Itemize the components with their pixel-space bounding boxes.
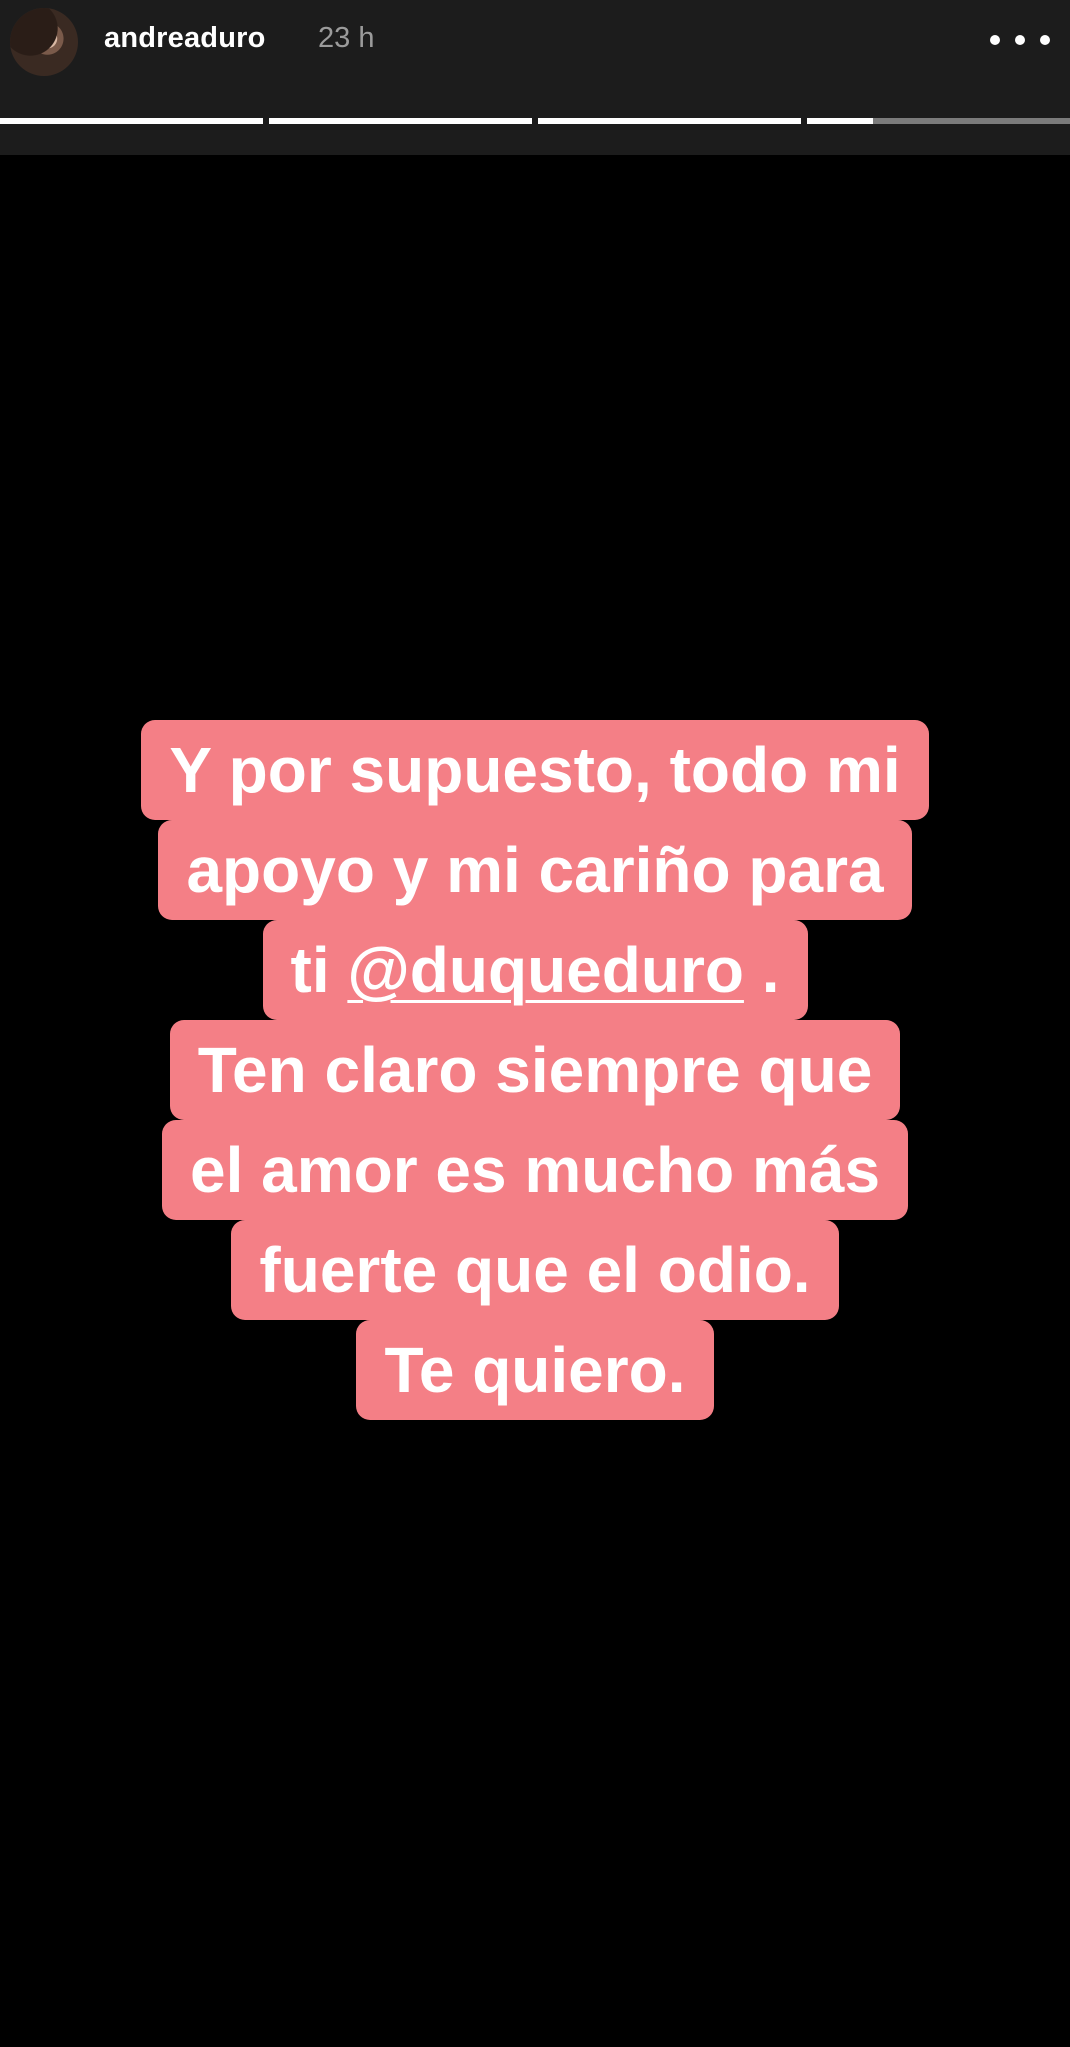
caption-text: .: [743, 934, 780, 1006]
progress-segment: [538, 118, 801, 124]
progress-segment: [807, 118, 1070, 124]
username-link[interactable]: andreaduro: [104, 22, 266, 55]
story-progress-bar: [0, 118, 1070, 124]
timestamp: 23 h: [318, 22, 375, 54]
story-header: andreaduro 23 h: [0, 0, 1070, 155]
caption-line: apoyo y mi cariño para: [158, 820, 912, 920]
mention-link[interactable]: @duqueduro: [347, 934, 744, 1006]
progress-fill: [0, 118, 263, 124]
story-caption: Y por supuesto, todo mi apoyo y mi cariñ…: [0, 720, 1070, 1420]
story-viewer[interactable]: andreaduro 23 h Y por supuesto, todo mi …: [0, 0, 1070, 2047]
caption-line: el amor es mucho más: [161, 1120, 909, 1220]
caption-line: Y por supuesto, todo mi: [141, 720, 929, 820]
caption-line: Te quiero.: [356, 1320, 714, 1420]
more-horizontal-icon: [990, 35, 1000, 45]
avatar[interactable]: [10, 8, 78, 76]
caption-line: Ten claro siempre que: [169, 1020, 901, 1120]
caption-line: fuerte que el odio.: [231, 1220, 839, 1320]
progress-segment: [0, 118, 263, 124]
caption-text: ti: [290, 934, 348, 1006]
caption-line-with-mention: ti @duqueduro .: [262, 920, 808, 1020]
progress-segment: [269, 118, 532, 124]
avatar-image: [10, 8, 78, 76]
progress-fill: [538, 118, 801, 124]
more-options-button[interactable]: [990, 22, 1050, 58]
progress-fill: [269, 118, 532, 124]
story-content[interactable]: Y por supuesto, todo mi apoyo y mi cariñ…: [0, 155, 1070, 2047]
more-horizontal-icon-dot: [1015, 35, 1025, 45]
more-horizontal-icon-dot: [1040, 35, 1050, 45]
progress-fill: [807, 118, 873, 124]
